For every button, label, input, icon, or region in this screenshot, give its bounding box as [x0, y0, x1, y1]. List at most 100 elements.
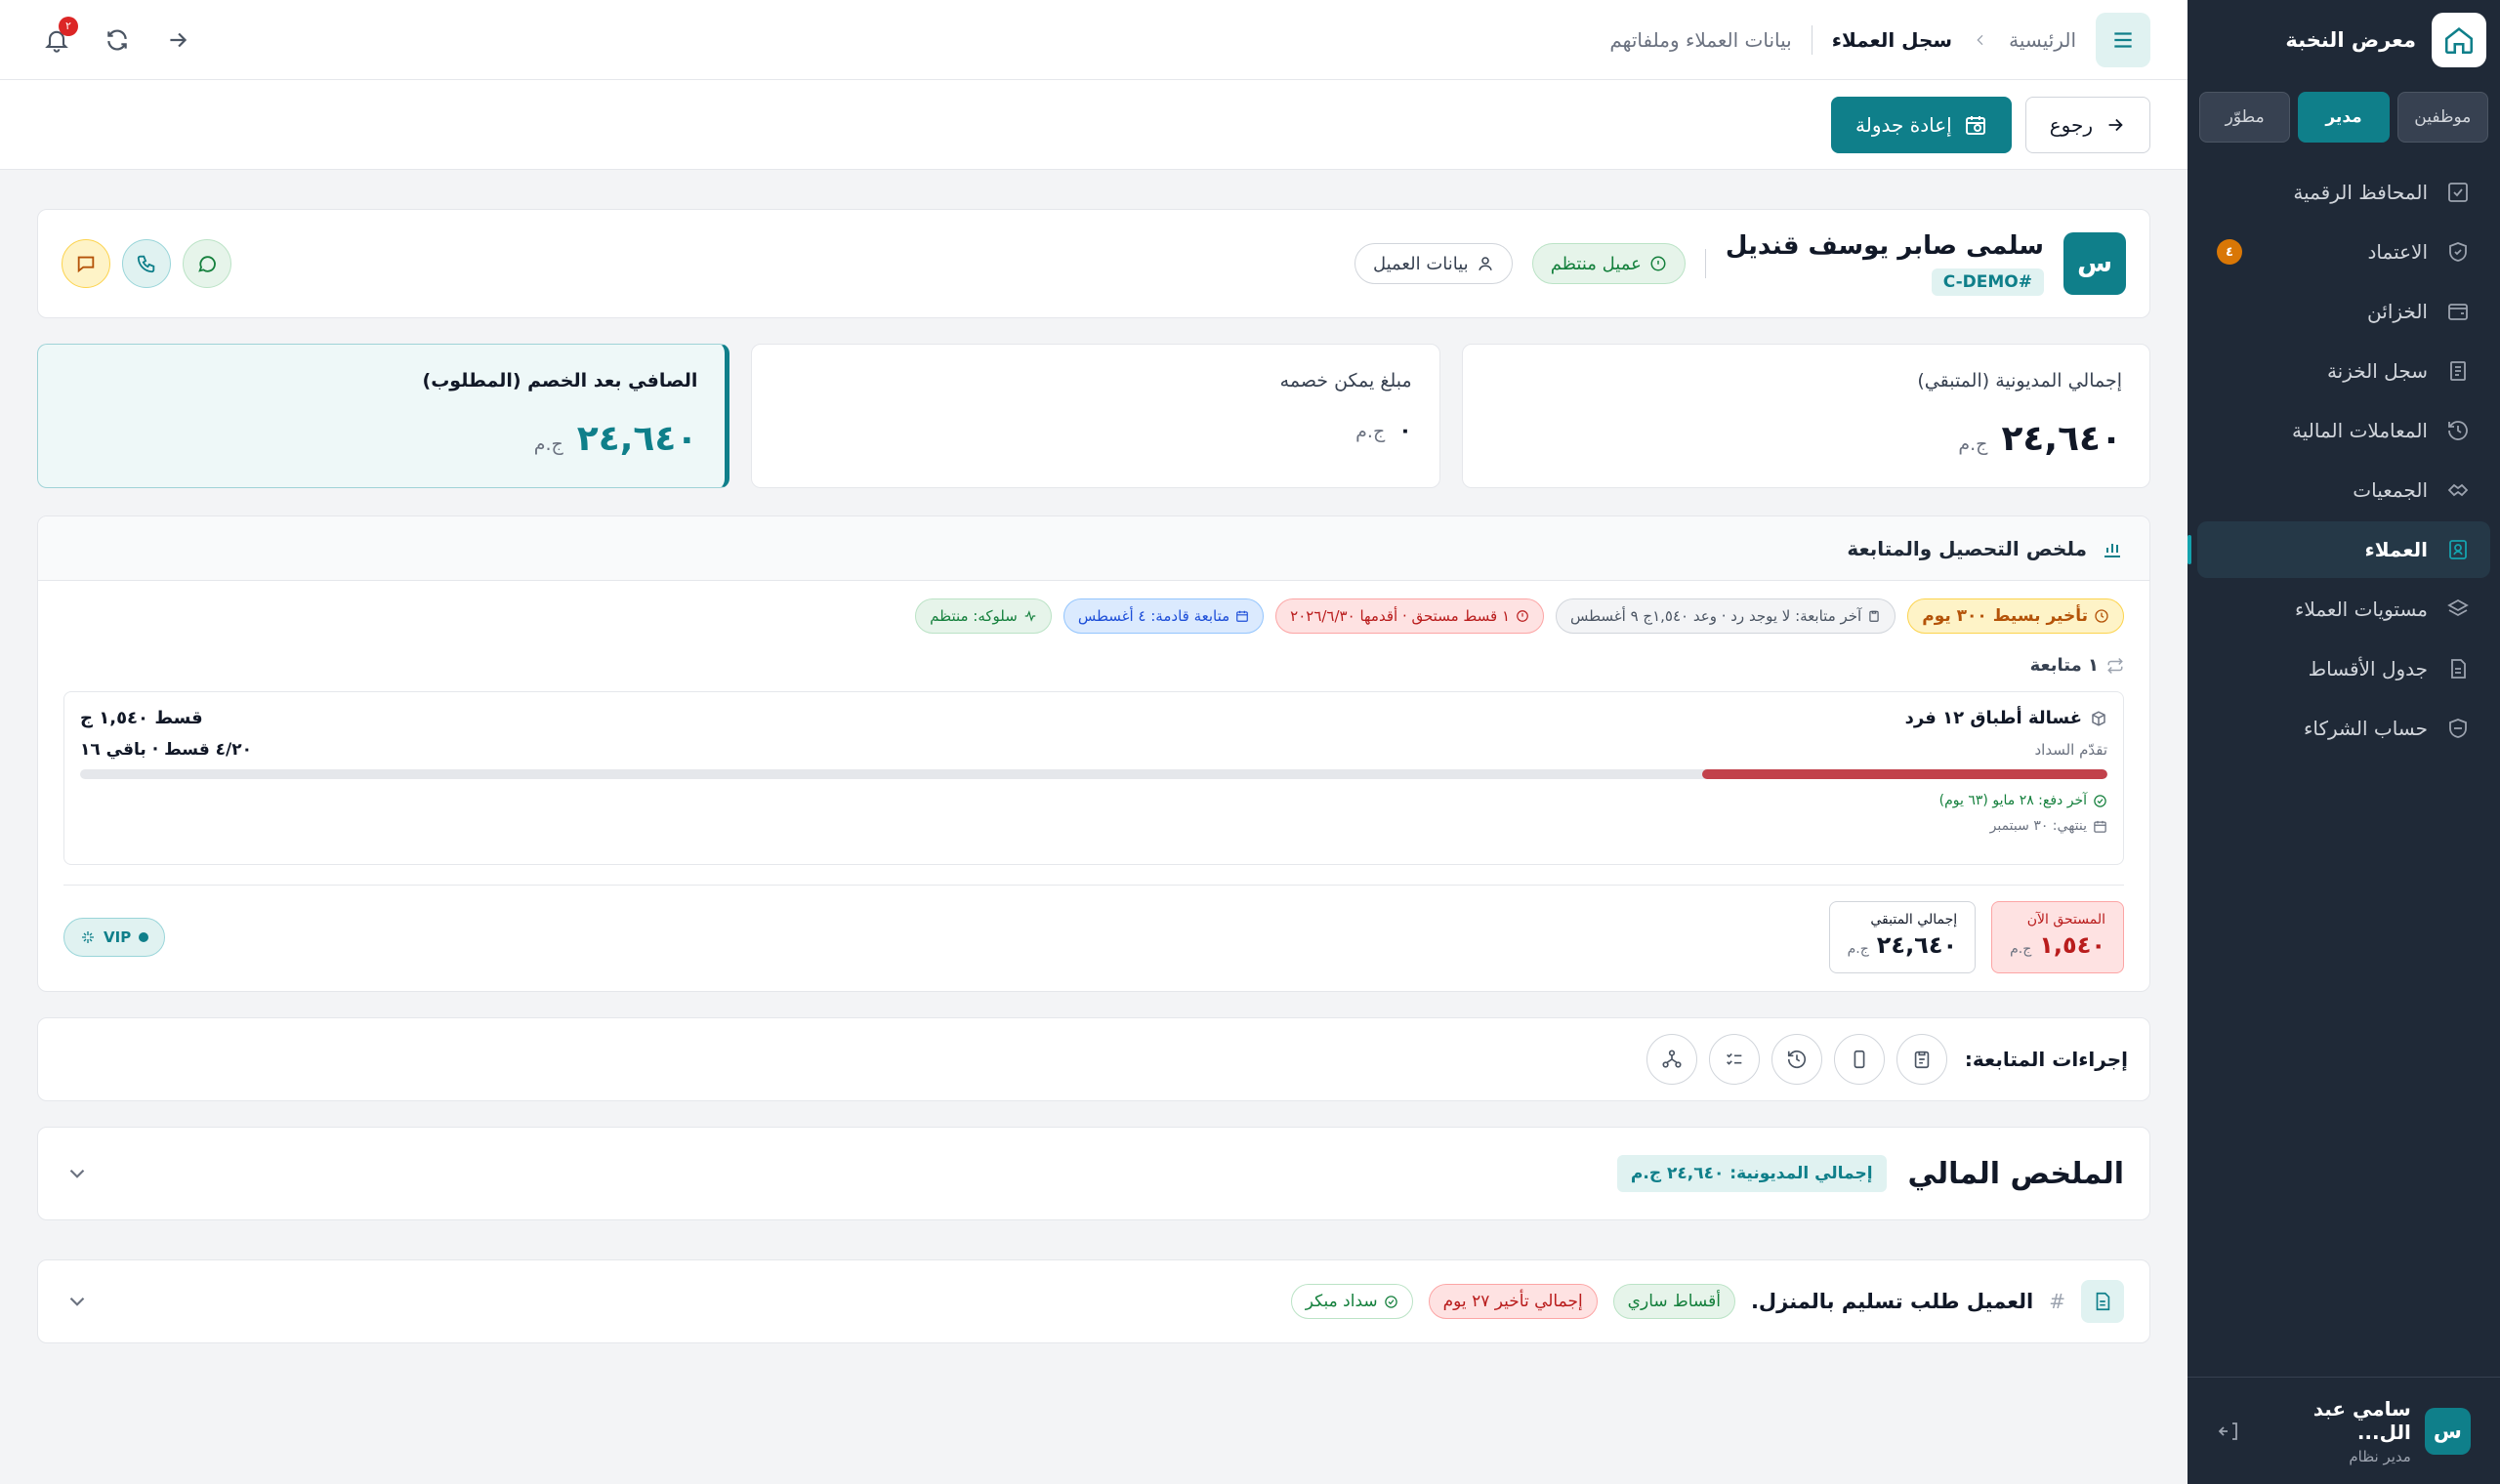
chevron-down-icon[interactable]: [63, 1160, 91, 1187]
stat-unit: ج.م: [533, 433, 563, 455]
stat-value: ٢٤,٦٤٠: [576, 419, 698, 459]
collection-summary-card: ملخص التحصيل والمتابعة تأخير بسيط ٣٠٠ يو…: [37, 515, 2150, 992]
menu-icon[interactable]: [2096, 12, 2150, 67]
contact-buttons: [62, 239, 231, 288]
top-actions: ٢: [37, 16, 197, 60]
tag-early-payment: سداد مبكر: [1290, 1284, 1413, 1319]
payment-progress-fill: [1701, 769, 2107, 779]
vip-badge: VIP: [63, 918, 166, 957]
ledger-icon: [2445, 358, 2471, 384]
customer-card: س سلمى صابر يوسف قنديل C-DEMO# عميل منتظ…: [37, 209, 2150, 318]
layers-icon: [2445, 597, 2471, 622]
role-tab-staff[interactable]: موظفين: [2396, 92, 2488, 143]
page-subtitle: بيانات العملاء وملفاتهم: [1609, 27, 1792, 52]
sidebar-item-digital-wallets[interactable]: المحافظ الرقمية: [2197, 164, 2490, 221]
user-role: مدير نظام: [2349, 1447, 2411, 1465]
sparkle-icon: [80, 929, 96, 945]
sidebar-item-label: الاعتماد: [2367, 240, 2429, 264]
financial-total-badge: إجمالي المديونية: ٢٤,٦٤٠ ج.م: [1616, 1155, 1887, 1192]
upcoming-chip: متابعة قادمة: ٤ أغسطس: [1062, 598, 1265, 634]
sidebar-item-approval[interactable]: الاعتماد ٤: [2197, 224, 2490, 280]
last-payment: آخر دفع: ٢٨ مايو (٦٣ يوم): [80, 793, 2107, 808]
total-remaining-unit: ج.م: [1847, 941, 1869, 957]
bell-icon[interactable]: ٢: [37, 16, 78, 60]
back-button[interactable]: رجوع: [2024, 96, 2150, 153]
whatsapp-icon[interactable]: [183, 239, 231, 288]
chevron-down-icon[interactable]: [63, 1288, 91, 1315]
sidebar-item-label: جدول الأقساط: [2308, 657, 2428, 680]
sidebar-item-transactions[interactable]: المعاملات المالية: [2197, 402, 2490, 459]
tag-total-delay: إجمالي تأخير ٢٧ يوم: [1428, 1284, 1598, 1319]
logout-icon[interactable]: [2217, 1419, 2242, 1444]
check-circle-icon: [2093, 794, 2107, 808]
phone-icon[interactable]: [122, 239, 171, 288]
approval-badge: ٤: [2217, 239, 2242, 265]
sidebar-item-customers[interactable]: العملاء: [2188, 521, 2490, 578]
role-tab-developer[interactable]: مطوّر: [2199, 92, 2291, 143]
stat-unit: ج.م: [1958, 433, 1988, 455]
role-tabs: موظفين مدير مطوّر: [2188, 80, 2500, 143]
sidebar-item-safes[interactable]: الخزائن: [2197, 283, 2490, 340]
home-icon[interactable]: [2432, 13, 2486, 67]
stat-total-debt: إجمالي المديونية (المتبقي) ٢٤,٦٤٠ ج.م: [1461, 344, 2150, 488]
history-icon[interactable]: [1771, 1034, 1822, 1085]
customer-details-label: بيانات العميل: [1372, 253, 1469, 274]
sidebar-item-associations[interactable]: الجمعيات: [2197, 462, 2490, 518]
sidebar-item-label: الخزائن: [2367, 300, 2428, 323]
installments-count: ٤/٢٠ قسط · باقي ١٦: [80, 740, 252, 760]
reschedule-label: إعادة جدولة: [1855, 112, 1952, 137]
note-text: العميل طلب تسليم بالمنزل.: [1750, 1290, 2034, 1313]
repeat-icon: [2106, 657, 2124, 675]
due-chip-label: ١ قسط مستحق · أقدمها ٢٠٢٦/٦/٣٠: [1290, 607, 1510, 625]
activity-icon: [1023, 609, 1037, 623]
clipboard-icon[interactable]: [1896, 1034, 1947, 1085]
clipboard-icon: [1867, 609, 1881, 623]
mobile-icon[interactable]: [1833, 1034, 1885, 1085]
due-now-box: المستحق الآن ١,٥٤٠ ج.م: [1991, 901, 2124, 973]
sidebar-item-safe-log[interactable]: سجل الخزنة: [2197, 343, 2490, 399]
stats-row: إجمالي المديونية (المتبقي) ٢٤,٦٤٠ ج.م مبل…: [37, 344, 2150, 488]
note-card[interactable]: # العميل طلب تسليم بالمنزل. أقساط ساري إ…: [37, 1259, 2150, 1343]
back-label: رجوع: [2049, 112, 2093, 137]
ends-date-label: ينتهي: ٣٠ سبتمبر: [1989, 818, 2087, 834]
content: س سلمى صابر يوسف قنديل C-DEMO# عميل منتظ…: [0, 170, 2188, 1343]
breadcrumb-home[interactable]: الرئيسية: [2009, 28, 2076, 52]
notification-badge: ٢: [59, 16, 78, 36]
role-tab-manager[interactable]: مدير: [2298, 92, 2390, 143]
stat-value: ٠: [1398, 419, 1412, 443]
collection-footer: المستحق الآن ١,٥٤٠ ج.م إجمالي المتبقي ٢٤,…: [63, 885, 2124, 991]
clock-icon: [2094, 608, 2109, 624]
network-icon[interactable]: [1646, 1034, 1697, 1085]
document-icon: [2081, 1280, 2124, 1323]
due-chip: ١ قسط مستحق · أقدمها ٢٠٢٦/٦/٣٠: [1275, 598, 1544, 634]
last-follow-label: آخر متابعة: لا يوجد رد · وعد ١,٥٤٠ج ٩ أغ…: [1570, 607, 1862, 625]
arrow-forward-icon[interactable]: [158, 21, 197, 60]
bar-chart-icon: [2101, 537, 2124, 560]
refresh-icon[interactable]: [98, 21, 137, 60]
user-box: س سامي عبد الل... مدير نظام: [2188, 1377, 2500, 1484]
follow-count-label: ١ متابعة: [2029, 655, 2099, 676]
sidebar-item-label: المعاملات المالية: [2292, 419, 2428, 442]
total-remaining-label: إجمالي المتبقي: [1870, 912, 1958, 928]
document-icon: [2445, 656, 2471, 681]
product-item[interactable]: غسالة أطباق ١٢ فرد قسط ١,٥٤٠ ج تقدّم الس…: [63, 691, 2124, 865]
chevron-left-icon: [1972, 31, 1989, 49]
check-circle-icon: [1384, 1295, 1398, 1309]
sidebar-item-installments[interactable]: جدول الأقساط: [2197, 640, 2490, 697]
avatar[interactable]: س: [2424, 1407, 2471, 1455]
reschedule-button[interactable]: إعادة جدولة: [1831, 96, 2012, 153]
checklist-icon[interactable]: [1708, 1034, 1760, 1085]
vip-label: VIP: [104, 928, 132, 946]
message-icon[interactable]: [62, 239, 110, 288]
stat-unit: ج.م: [1355, 421, 1386, 442]
financial-summary-card[interactable]: الملخص المالي إجمالي المديونية: ٢٤,٦٤٠ ج…: [37, 1127, 2150, 1220]
sidebar-item-customer-levels[interactable]: مستويات العملاء: [2197, 581, 2490, 638]
status-chips: تأخير بسيط ٣٠٠ يوم آخر متابعة: لا يوجد ر…: [38, 581, 2149, 634]
due-now-unit: ج.م: [2010, 941, 2032, 957]
customer-details-button[interactable]: بيانات العميل: [1354, 243, 1513, 284]
behavior-chip: سلوكه: منتظم: [915, 598, 1052, 634]
sidebar-item-partners[interactable]: حساب الشركاء: [2197, 700, 2490, 757]
progress-label: تقدّم السداد: [2034, 741, 2107, 759]
follow-count: ١ متابعة: [38, 634, 2149, 676]
product-name-row: غسالة أطباق ١٢ فرد: [1905, 708, 2107, 728]
